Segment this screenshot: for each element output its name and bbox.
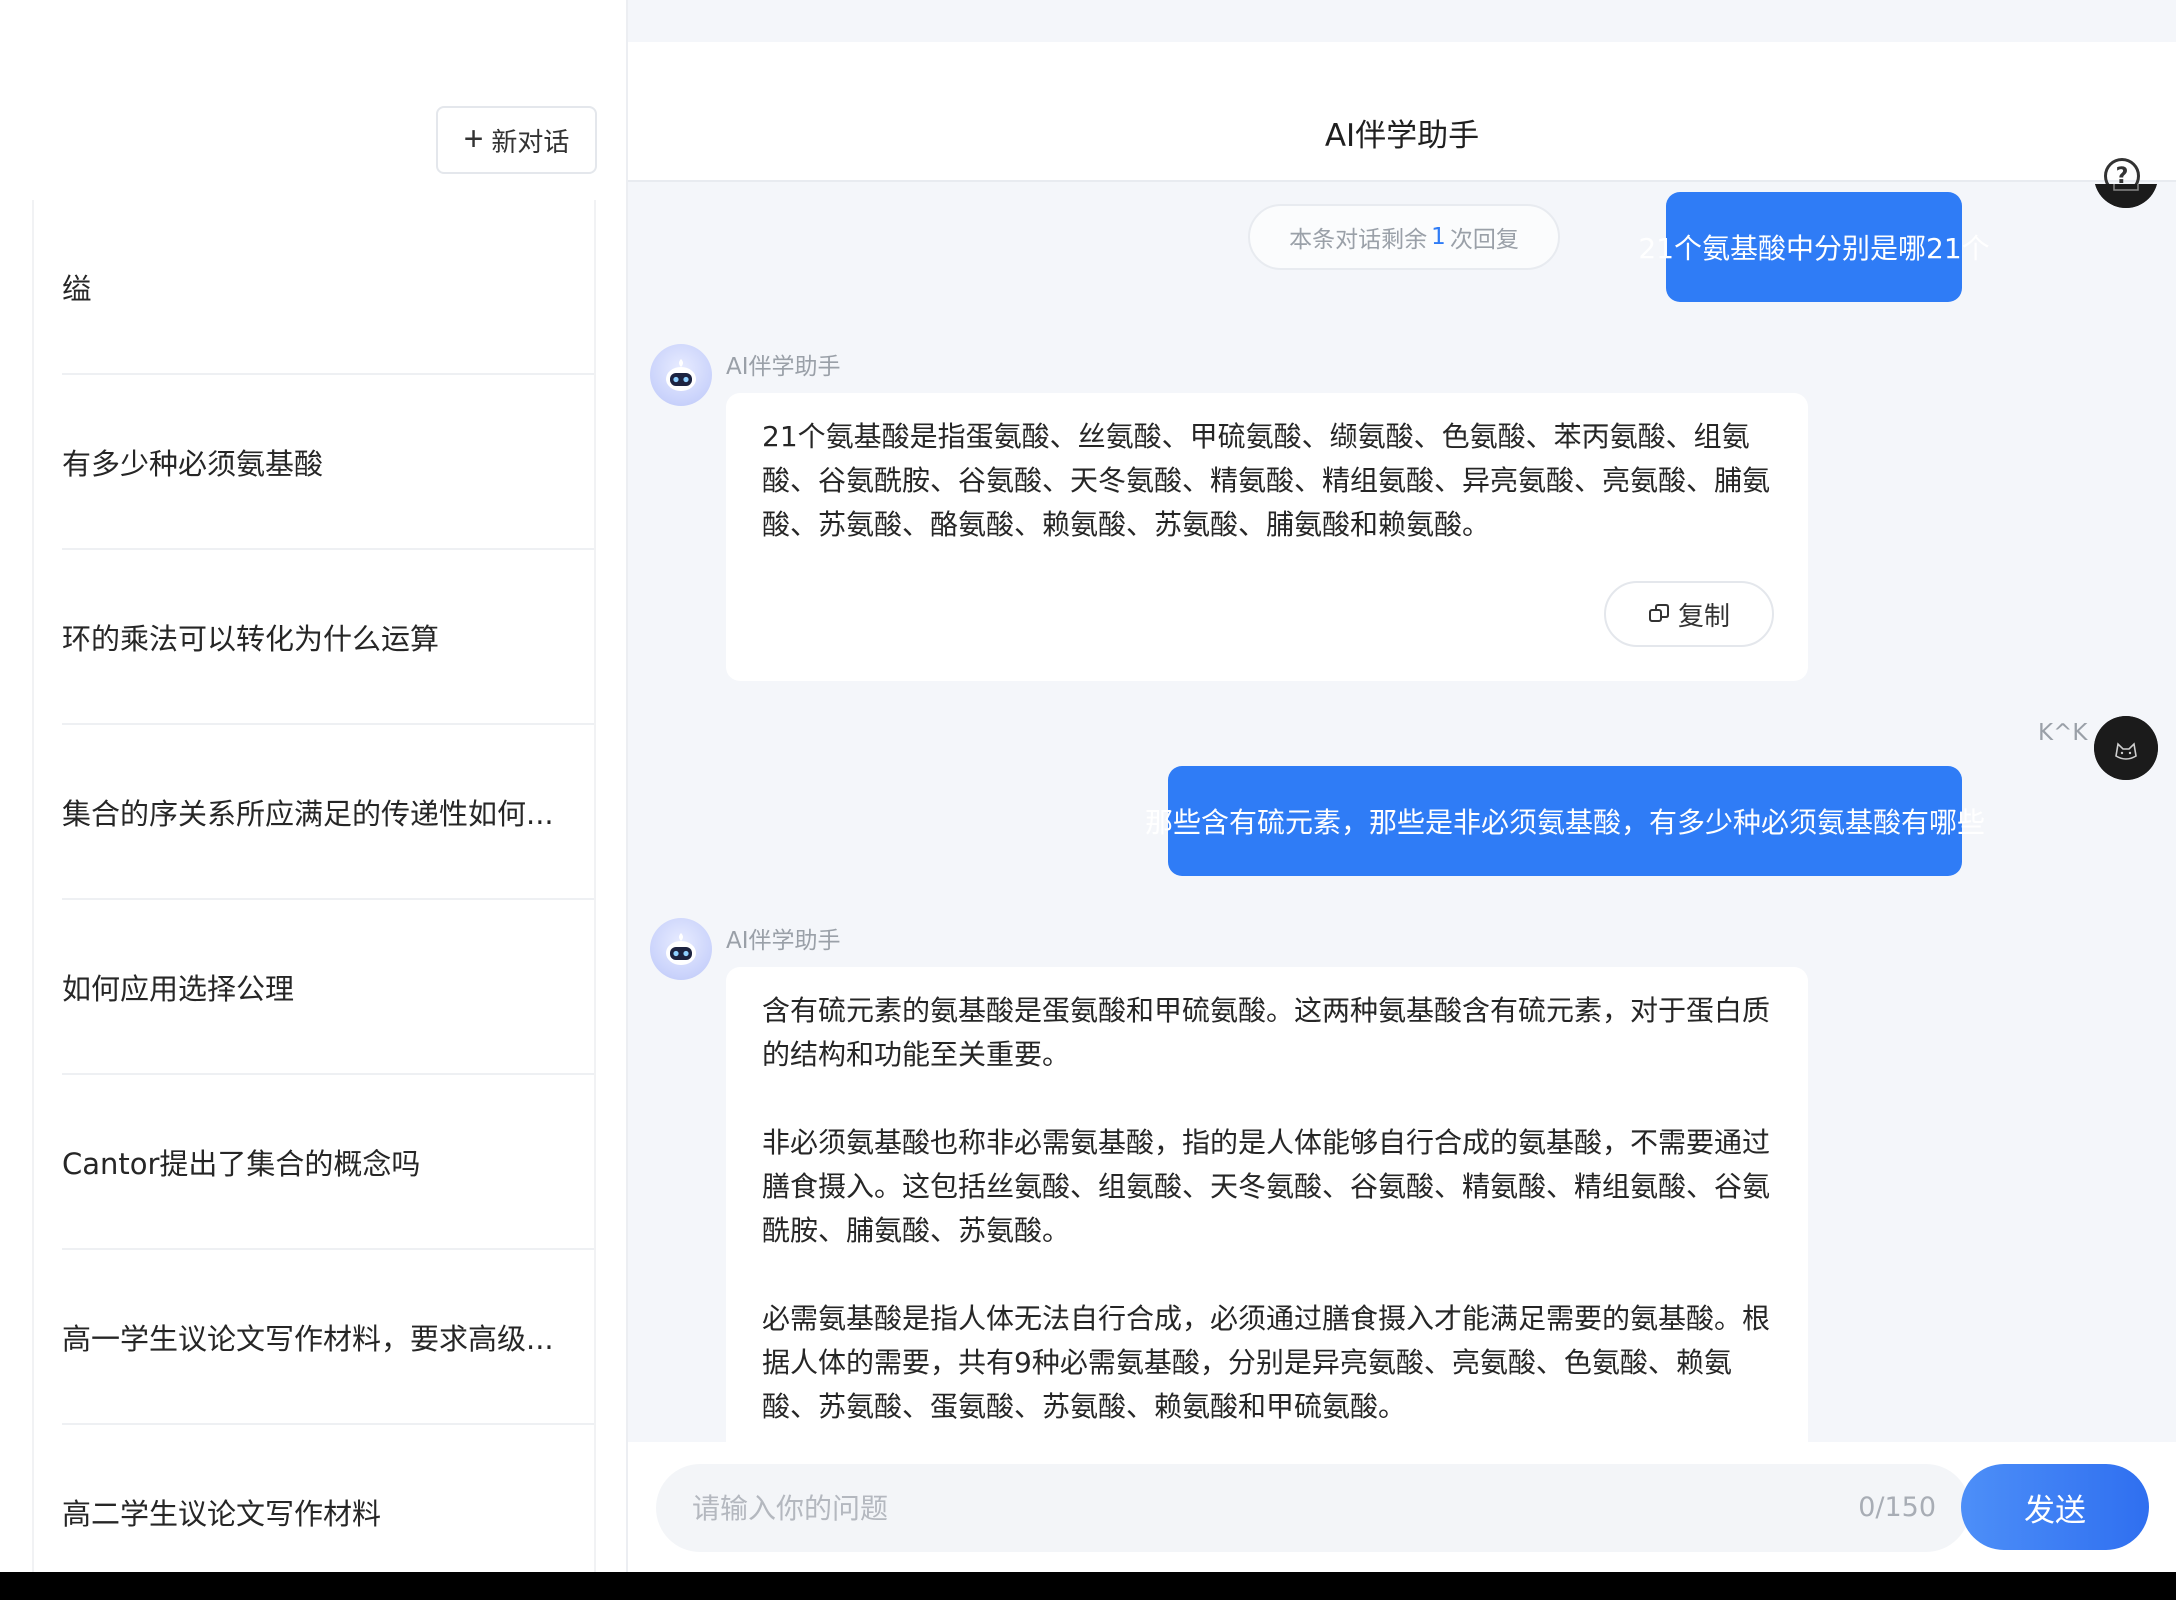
robot-icon: [666, 933, 696, 965]
history-item-label: 缢: [62, 271, 92, 306]
history-item-label: 环的乘法可以转化为什么运算: [62, 621, 440, 656]
user-message-text: 21个氨基酸中分别是哪21个: [1638, 232, 1990, 265]
history-item[interactable]: 有多少种必须氨基酸: [62, 375, 594, 550]
char-counter: 0/150: [1858, 1492, 1936, 1523]
question-input[interactable]: [692, 1464, 1792, 1552]
history-item[interactable]: 缢: [62, 200, 594, 375]
sidebar: + 新对话 缢 有多少种必须氨基酸 环的乘法可以转化为什么运算 集合的序关系所应…: [0, 0, 628, 1572]
input-bar: 0/150 发送: [628, 1442, 2176, 1572]
bot-message-paragraph: 21个氨基酸是指蛋氨酸、丝氨酸、甲硫氨酸、缬氨酸、色氨酸、苯丙氨酸、组氨酸、谷氨…: [762, 420, 1771, 541]
plus-icon: +: [463, 119, 484, 158]
send-button[interactable]: 发送: [1961, 1464, 2149, 1550]
user-avatar: [2094, 184, 2158, 208]
history-item-label: 有多少种必须氨基酸: [62, 446, 324, 481]
remaining-count: 1: [1431, 224, 1446, 250]
history-item[interactable]: 高二学生议论文写作材料: [62, 1425, 594, 1572]
message-list[interactable]: 本条对话剩余 1 次回复 21个氨基酸中分别是哪21个 AI伴学助手 21个氨基…: [628, 184, 2176, 1442]
app-root: + 新对话 缢 有多少种必须氨基酸 环的乘法可以转化为什么运算 集合的序关系所应…: [0, 0, 2176, 1600]
user-avatar: [2094, 716, 2158, 780]
robot-icon: [666, 359, 696, 391]
history-item-label: 集合的序关系所应满足的传递性如何...: [62, 796, 554, 831]
copy-icon: [1648, 604, 1669, 622]
bot-avatar: [650, 344, 712, 406]
history-item[interactable]: 如何应用选择公理: [62, 900, 594, 1075]
bot-message-paragraph: 含有硫元素的氨基酸是蛋氨酸和甲硫氨酸。这两种氨基酸含有硫元素，对于蛋白质的结构和…: [762, 994, 1771, 1071]
chat-main: AI伴学助手 ? 本条对话剩余 1 次回复 21个氨基酸中分别是哪21个 AI伴…: [628, 0, 2176, 1572]
user-name-label: K^K: [2038, 720, 2088, 746]
bot-message-bubble: 21个氨基酸是指蛋氨酸、丝氨酸、甲硫氨酸、缬氨酸、色氨酸、苯丙氨酸、组氨酸、谷氨…: [726, 393, 1808, 681]
bottom-edge-bar: [0, 1572, 2176, 1600]
history-item-label: 高一学生议论文写作材料，要求高级...: [62, 1321, 554, 1356]
question-input-container: 0/150: [656, 1464, 1970, 1552]
chat-header: AI伴学助手 ?: [628, 42, 2176, 194]
user-message-bubble: 21个氨基酸中分别是哪21个: [1638, 192, 1990, 302]
history-item-label: Cantor提出了集合的概念吗: [62, 1146, 421, 1181]
remaining-prefix: 本条对话剩余: [1289, 227, 1428, 253]
history-item[interactable]: Cantor提出了集合的概念吗: [62, 1075, 594, 1250]
copy-label: 复制: [1677, 600, 1730, 631]
bot-name-label: AI伴学助手: [726, 354, 841, 380]
bot-avatar: [650, 918, 712, 980]
bot-message-paragraph: 必需氨基酸是指人体无法自行合成，必须通过膳食摄入才能满足需要的氨基酸。根据人体的…: [762, 1302, 1771, 1423]
new-chat-label: 新对话: [491, 126, 570, 157]
history-item-label: 高二学生议论文写作材料: [62, 1496, 382, 1531]
remaining-suffix: 次回复: [1449, 227, 1519, 253]
page-title: AI伴学助手: [1324, 118, 1480, 154]
history-item[interactable]: 集合的序关系所应满足的传递性如何...: [62, 725, 594, 900]
bot-message-bubble: 含有硫元素的氨基酸是蛋氨酸和甲硫氨酸。这两种氨基酸含有硫元素，对于蛋白质的结构和…: [726, 967, 1808, 1442]
remaining-replies-badge: 本条对话剩余 1 次回复: [1248, 204, 1560, 270]
user-message-text: 那些含有硫元素，那些是非必须氨基酸，有多少种必须氨基酸有哪些: [1145, 806, 1986, 839]
history-item-label: 如何应用选择公理: [62, 971, 295, 1006]
chat-history-list: 缢 有多少种必须氨基酸 环的乘法可以转化为什么运算 集合的序关系所应满足的传递性…: [32, 200, 596, 1572]
user-message-bubble: 那些含有硫元素，那些是非必须氨基酸，有多少种必须氨基酸有哪些: [1145, 766, 1985, 876]
copy-button[interactable]: 复制: [1604, 581, 1774, 647]
history-item[interactable]: 高一学生议论文写作材料，要求高级...: [62, 1250, 594, 1425]
bot-message-paragraph: 非必须氨基酸也称非必需氨基酸，指的是人体能够自行合成的氨基酸，不需要通过膳食摄入…: [762, 1126, 1771, 1247]
bot-name-label: AI伴学助手: [726, 928, 841, 954]
history-item[interactable]: 环的乘法可以转化为什么运算: [62, 550, 594, 725]
new-chat-button[interactable]: + 新对话: [436, 106, 597, 174]
